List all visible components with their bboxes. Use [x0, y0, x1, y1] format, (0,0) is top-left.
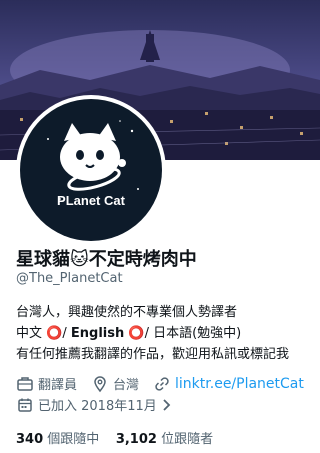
- planet-cat-logo-icon: [47, 120, 139, 200]
- display-name: 星球貓🐱不定時烤肉中: [16, 249, 197, 270]
- following-label: 個跟隨中: [47, 432, 100, 447]
- bio-lang-japanese: 日本語(勉強中): [153, 326, 242, 341]
- following-link[interactable]: 340 個跟隨中: [16, 432, 99, 447]
- link-icon: [153, 375, 171, 393]
- ring-icon: ⭕: [128, 326, 145, 341]
- handle: @The_PlanetCat: [16, 271, 123, 286]
- location-pin-icon: [91, 375, 109, 393]
- bio-line-1: 台灣人，興趣使然的不專業個人勢譯者: [16, 305, 238, 320]
- calendar-icon: [16, 396, 34, 414]
- bio-line-2: 中文 ⭕/ English ⭕/ 日本語(勉強中): [16, 323, 320, 344]
- following-count: 340: [16, 432, 44, 447]
- followers-label: 位跟隨者: [161, 432, 214, 447]
- avatar[interactable]: PLanet Cat: [16, 95, 166, 245]
- chevron-right-icon[interactable]: [157, 396, 175, 414]
- followers-link[interactable]: 3,102 位跟隨者: [116, 432, 213, 447]
- bio-slash: /: [62, 326, 67, 341]
- avatar-logo-text: PLanet Cat: [57, 193, 125, 208]
- ring-icon: ⭕: [46, 326, 63, 341]
- occupation: 翻譯員: [38, 378, 78, 393]
- avatar-image: PLanet Cat: [20, 99, 162, 241]
- website-link[interactable]: linktr.ee/PlanetCat: [175, 376, 304, 392]
- bio-lang-english: English: [70, 326, 125, 341]
- followers-count: 3,102: [115, 432, 157, 447]
- bio: 台灣人，興趣使然的不專業個人勢譯者 中文 ⭕/ English ⭕/ 日本語(勉…: [16, 302, 320, 365]
- briefcase-icon: [16, 375, 34, 393]
- bio-lang-chinese: 中文: [16, 326, 43, 341]
- bio-line-3: 有任何推薦我翻譯的作品，歡迎用私訊或標記我: [16, 347, 290, 362]
- profile-meta-row-2: 已加入 2018年11月: [16, 395, 179, 414]
- profile-meta-row-1: 翻譯員 台灣 linktr.ee/PlanetCat: [16, 374, 304, 393]
- location: 台灣: [113, 378, 140, 393]
- follow-stats: 340 個跟隨中 3,102 位跟隨者: [16, 428, 213, 447]
- joined-date: 已加入 2018年11月: [38, 399, 157, 414]
- bio-slash: /: [144, 326, 149, 341]
